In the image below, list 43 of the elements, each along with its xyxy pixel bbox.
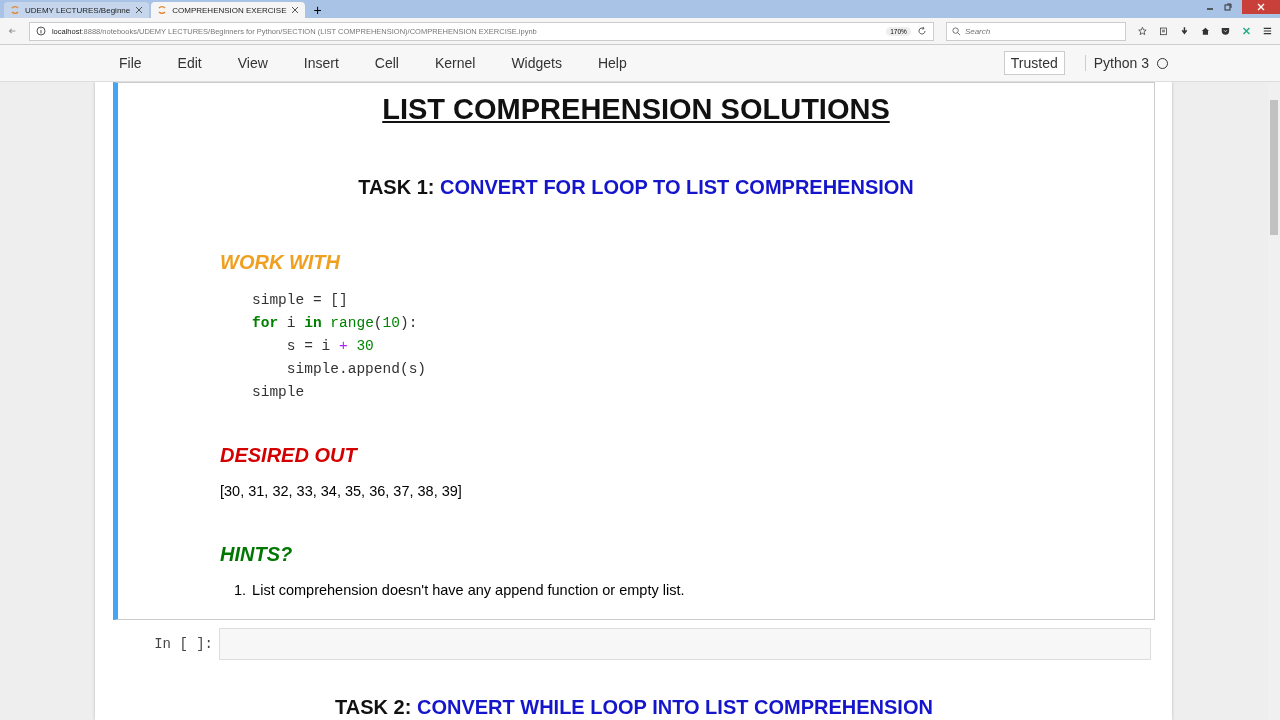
output-text: [30, 31, 32, 33, 34, 35, 36, 37, 38, 39] (220, 483, 463, 499)
menu-item[interactable]: Cell (363, 55, 410, 71)
task-heading: TASK 1: CONVERT FOR LOOP TO LIST COMPREHENSION (358, 176, 914, 199)
reload-icon[interactable] (916, 26, 927, 36)
close-icon[interactable] (135, 6, 144, 14)
section-heading: DESIRED OUT (220, 444, 357, 467)
menu-item[interactable]: File (108, 55, 153, 71)
menu-item[interactable]: Edit (166, 55, 213, 71)
info-icon (35, 26, 46, 36)
input-prompt: In [ ]: (153, 636, 214, 652)
home-icon[interactable] (1200, 25, 1210, 37)
close-window-button[interactable] (1242, 0, 1280, 14)
new-tab-button[interactable]: + (313, 2, 322, 18)
star-icon[interactable] (1137, 25, 1147, 37)
task-heading: TASK 2: CONVERT WHILE LOOP INTO LIST COMPREHENSION (335, 696, 933, 719)
menu-item[interactable]: View (226, 55, 279, 71)
tab-title: COMPREHENSION EXERCISE (172, 5, 287, 15)
search-field[interactable]: Search (945, 21, 1126, 41)
menu-item[interactable]: Help (586, 55, 638, 71)
download-icon[interactable] (1179, 25, 1189, 37)
browser-tab[interactable]: UDEMY LECTURES/Beginne (4, 2, 150, 18)
close-icon[interactable] (291, 6, 300, 14)
notebook-title: LIST COMPREHENSION SOLUTIONS (382, 93, 890, 126)
markdown-cell[interactable] (113, 82, 1155, 620)
trusted-indicator[interactable]: Trusted (1003, 51, 1065, 75)
menu-item[interactable]: Widgets (500, 55, 573, 71)
tab-title: UDEMY LECTURES/Beginne (25, 5, 131, 15)
code-input-field[interactable] (219, 628, 1151, 660)
section-heading: WORK WITH (220, 251, 340, 274)
browser-tab[interactable]: COMPREHENSION EXERCISE (151, 2, 306, 18)
kernel-name[interactable]: Python 3 (1084, 55, 1149, 71)
section-heading: HINTS? (220, 543, 293, 566)
close-icon (1257, 3, 1265, 11)
menu-item[interactable]: Kernel (423, 55, 487, 71)
loading-icon (10, 5, 20, 15)
list-number: 1. (234, 582, 247, 598)
code-text: simple = [] for i in range(10): s = i + 30 simple.append(s) simple (252, 291, 428, 402)
restore-icon[interactable] (1224, 3, 1232, 11)
menu-item[interactable]: Insert (292, 55, 350, 71)
clipboard-icon[interactable] (1158, 25, 1168, 37)
hint-item: List comprehension doesn't have any append function or empty list. (252, 582, 685, 598)
menu-icon[interactable] (1263, 25, 1272, 37)
loading-icon (157, 5, 168, 15)
